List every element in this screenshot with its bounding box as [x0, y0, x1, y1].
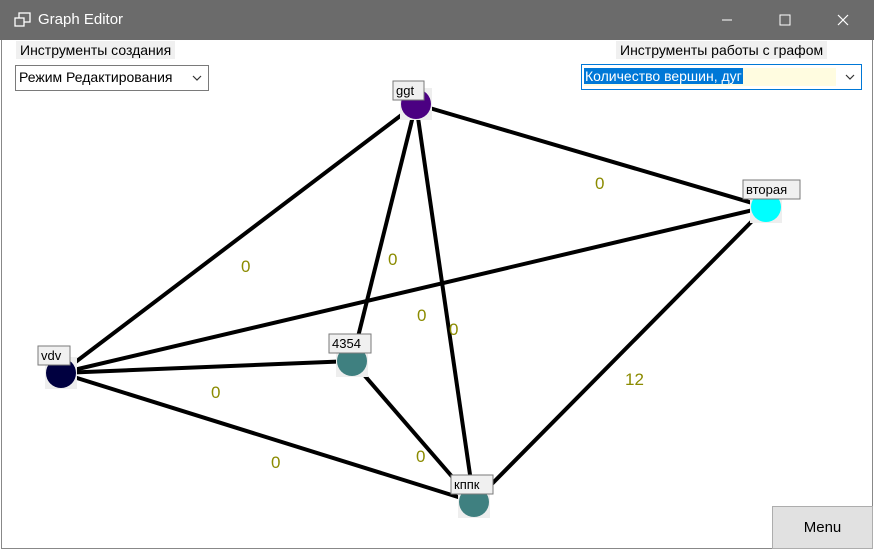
- vertex-label: ggt: [396, 83, 414, 98]
- edge-ggt-n4354[interactable]: [350, 103, 418, 362]
- vertex-label: вторая: [746, 182, 787, 197]
- edge-weight-label: 0: [417, 306, 426, 325]
- graph-tools-value: Количество вершин, дуг: [584, 68, 743, 84]
- edge-weight-label: 12: [625, 370, 644, 389]
- edge-vtoraya-kppk[interactable]: [472, 205, 768, 504]
- edge-weight-label: 0: [595, 174, 604, 193]
- edge-vdv-kppk[interactable]: [60, 371, 475, 504]
- edge-weight-label: 0: [211, 383, 220, 402]
- edge-weight-label: 0: [416, 447, 425, 466]
- edge-ggt-vtoraya[interactable]: [415, 102, 767, 209]
- edge-vdv-vtoraya[interactable]: [60, 205, 767, 375]
- vertex-label: 4354: [332, 336, 361, 351]
- edge-weight-label: 0: [241, 257, 250, 276]
- edge-weight-label: 0: [271, 453, 280, 472]
- graph-tools-select[interactable]: Количество вершин, дуг: [581, 64, 862, 90]
- create-mode-select[interactable]: Режим Редактирования: [15, 65, 209, 91]
- chevron-down-icon: [192, 75, 202, 81]
- edge-weight-label: 0: [449, 320, 458, 339]
- menu-button[interactable]: Menu: [772, 506, 873, 549]
- vertex-label: vdv: [41, 348, 62, 363]
- chevron-down-icon: [845, 74, 855, 80]
- create-mode-value: Режим Редактирования: [19, 69, 173, 85]
- graph-tools-label: Инструменты работы с графом: [616, 41, 828, 59]
- create-tools-label: Инструменты создания: [16, 41, 176, 59]
- edge-weight-label: 0: [388, 250, 397, 269]
- vertex-label: кппк: [454, 477, 480, 492]
